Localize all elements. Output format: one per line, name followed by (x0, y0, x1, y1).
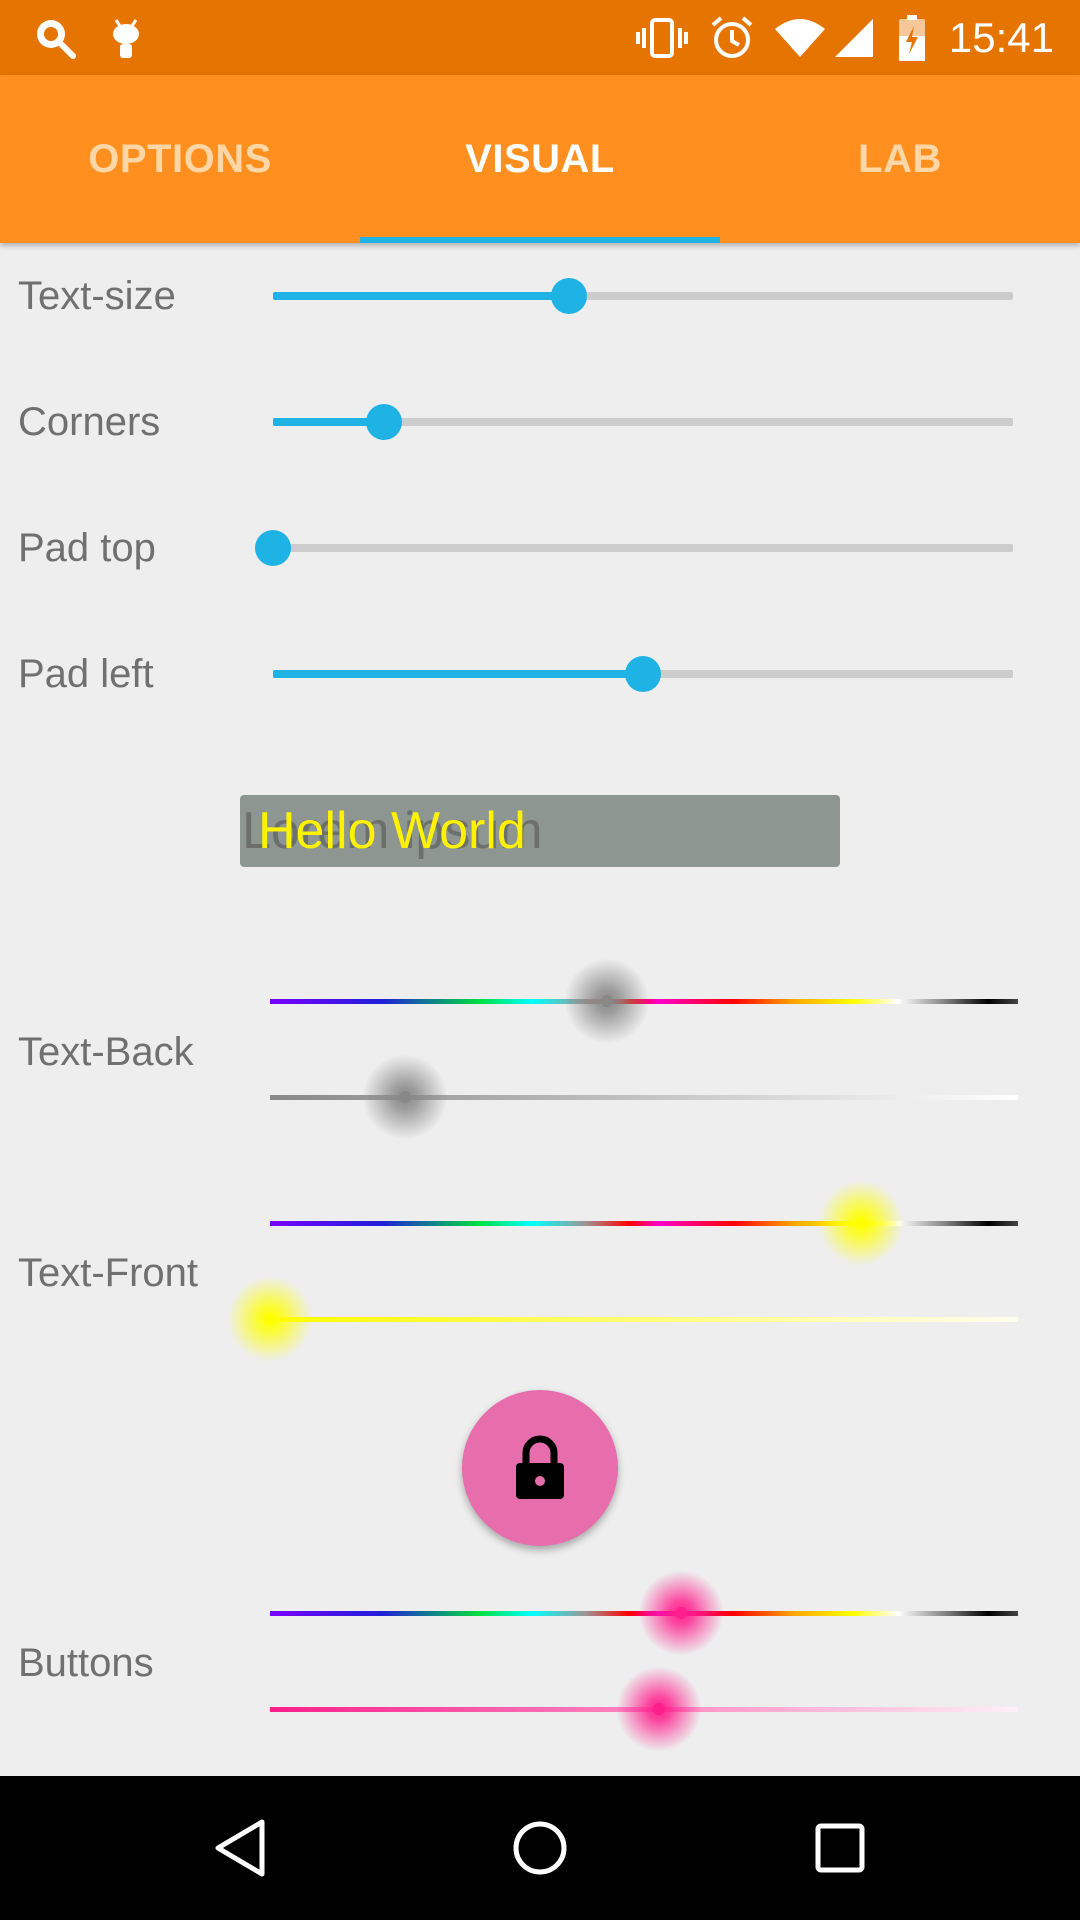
buttons-label: Buttons (18, 1641, 154, 1685)
corners-label: Corners (18, 400, 161, 444)
back-button[interactable] (160, 1776, 320, 1920)
status-bar: 15:41 (0, 0, 1080, 75)
text-back-hue-slider[interactable] (270, 959, 1018, 1043)
slider-thumb[interactable] (625, 656, 661, 692)
vibrate-icon (634, 0, 690, 75)
slider-thumb[interactable] (362, 1055, 447, 1139)
lock-icon (516, 1435, 564, 1499)
slider-thumb[interactable] (255, 530, 291, 566)
slider-thumb[interactable] (639, 1571, 724, 1655)
text-size-slider[interactable] (273, 278, 1013, 314)
preview-text: Hello World (258, 802, 526, 860)
pad-left-slider[interactable] (273, 656, 1013, 692)
wifi-icon (772, 0, 828, 75)
slider-fill (273, 292, 569, 300)
search-app-icon (32, 0, 78, 75)
tab-visual[interactable]: VISUAL (360, 75, 720, 243)
text-back-label: Text-Back (18, 1030, 194, 1074)
text-front-shade-slider[interactable] (228, 1277, 1018, 1361)
text-front-hue-slider[interactable] (270, 1181, 1018, 1265)
home-button[interactable] (460, 1776, 620, 1920)
slider-thumb[interactable] (818, 1181, 903, 1265)
buttons-hue-slider[interactable] (270, 1571, 1018, 1655)
tab-lab[interactable]: LAB (720, 75, 1080, 243)
android-debug-icon (106, 0, 146, 75)
home-icon (513, 1821, 567, 1875)
tab-indicator (360, 237, 720, 243)
slider-thumb[interactable] (228, 1277, 312, 1361)
battery-charging-icon (894, 0, 930, 75)
text-front-label: Text-Front (18, 1251, 199, 1295)
recents-icon (815, 1823, 865, 1873)
clock: 15:41 (948, 14, 1054, 61)
text-preview: Lorem ipsum Hello World (240, 795, 840, 867)
recents-button[interactable] (760, 1776, 920, 1920)
navigation-bar (0, 1776, 1080, 1920)
back-icon (215, 1819, 265, 1877)
cell-signal-icon (832, 0, 876, 75)
slider-thumb[interactable] (551, 278, 587, 314)
pad-top-slider[interactable] (255, 530, 1013, 566)
pad-top-label: Pad top (18, 526, 156, 570)
text-back-shade-slider[interactable] (270, 1055, 1018, 1139)
text-size-label: Text-size (18, 274, 176, 318)
tab-bar: OPTIONS VISUAL LAB (0, 75, 1080, 243)
slider-fill (273, 670, 643, 678)
pad-left-label: Pad left (18, 652, 154, 696)
slider-thumb[interactable] (366, 404, 402, 440)
lock-button[interactable] (462, 1390, 618, 1546)
slider-thumb[interactable] (564, 959, 649, 1043)
slider-thumb[interactable] (616, 1667, 701, 1751)
tab-options[interactable]: OPTIONS (0, 75, 360, 243)
alarm-icon (708, 0, 756, 75)
corners-slider[interactable] (273, 404, 1013, 440)
buttons-shade-slider[interactable] (270, 1667, 1018, 1751)
